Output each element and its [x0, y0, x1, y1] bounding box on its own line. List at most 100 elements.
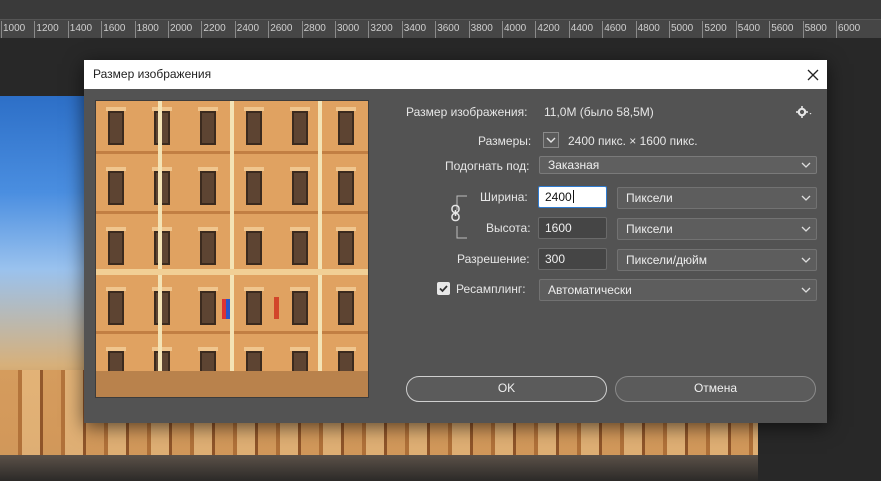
- ruler-label: 4800: [637, 23, 660, 34]
- preview-building-illustration: [96, 101, 368, 397]
- ruler-label: 3200: [370, 23, 393, 34]
- ruler-label: 1800: [136, 23, 159, 34]
- ruler-tick: [702, 21, 704, 38]
- height-input[interactable]: 1600: [538, 217, 607, 239]
- ruler-tick: [67, 21, 69, 38]
- width-value: 2400: [545, 190, 572, 204]
- width-label: Ширина:: [480, 190, 528, 204]
- checkmark-icon: [439, 285, 448, 293]
- cancel-button-label: Отмена: [693, 381, 738, 395]
- image-size-value: 11,0M (было 58,5M): [544, 105, 654, 119]
- resample-value: Автоматически: [548, 283, 632, 297]
- ruler-label: 2600: [270, 23, 293, 34]
- chevron-down-icon: [801, 195, 811, 201]
- width-unit-value: Пиксели: [626, 191, 673, 205]
- dimensions-toggle[interactable]: [543, 132, 559, 148]
- ruler-label: 1000: [3, 23, 26, 34]
- gear-icon[interactable]: [795, 105, 813, 119]
- ruler-label: 1400: [69, 23, 93, 34]
- close-icon: [807, 69, 818, 80]
- ruler-label: 3000: [337, 23, 360, 34]
- fit-to-label: Подогнать под:: [445, 159, 530, 173]
- ruler-tick: [802, 21, 804, 38]
- close-button[interactable]: [798, 60, 827, 89]
- ruler-tick: [268, 21, 270, 38]
- chevron-down-icon: [801, 287, 811, 293]
- chevron-down-icon: [801, 226, 811, 232]
- ruler-label: 1200: [36, 23, 59, 34]
- fit-to-select[interactable]: Заказная: [539, 156, 817, 174]
- resample-label: Ресамплинг:: [456, 282, 526, 296]
- ruler-label: 4000: [504, 23, 527, 34]
- fit-to-value: Заказная: [548, 158, 600, 172]
- dialog-title: Размер изображения: [93, 67, 212, 81]
- ruler-tick: [836, 21, 837, 38]
- resample-select[interactable]: Автоматически: [539, 279, 817, 301]
- ruler-label: 2800: [303, 23, 326, 34]
- ruler-tick: [669, 21, 670, 38]
- canvas-image-embankment: [0, 455, 758, 481]
- ruler-tick: [468, 21, 470, 38]
- ruler-tick: [1, 21, 2, 38]
- ruler: 1000 1200 1400 1600 1800 2000 2200 2400 2600 2800…: [0, 0, 881, 38]
- ok-button[interactable]: OK: [406, 376, 607, 402]
- ruler-label: 4200: [537, 23, 560, 34]
- ruler-tick: [134, 21, 136, 38]
- image-size-dialog: Размер изображения Размер изображения: 1…: [84, 60, 827, 423]
- ruler-label: 4600: [604, 23, 627, 34]
- width-input[interactable]: 2400: [538, 186, 607, 208]
- ruler-label: 2200: [203, 23, 226, 34]
- ruler-tick: [568, 21, 570, 38]
- ruler-label: 5000: [671, 23, 694, 34]
- text-caret: [572, 190, 574, 203]
- ruler-tick: [735, 21, 737, 38]
- ruler-tick: [602, 21, 604, 38]
- height-value: 1600: [545, 221, 572, 235]
- ruler-tick: [535, 21, 537, 38]
- ruler-label: 5800: [804, 23, 827, 34]
- ruler-label: 5400: [737, 23, 761, 34]
- cancel-button[interactable]: Отмена: [615, 376, 816, 402]
- ruler-label: 5200: [704, 23, 727, 34]
- image-size-label: Размер изображения:: [406, 105, 528, 119]
- dimensions-value: 2400 пикс. × 1600 пикс.: [568, 134, 698, 148]
- height-unit-select[interactable]: Пиксели: [617, 218, 817, 240]
- resolution-value: 300: [545, 252, 566, 266]
- height-label: Высота:: [486, 221, 531, 235]
- preview-image[interactable]: [95, 100, 369, 398]
- height-unit-value: Пиксели: [626, 222, 673, 236]
- ruler-label: 2400: [236, 23, 260, 34]
- ruler-tick: [769, 21, 771, 38]
- ruler-label: 2000: [170, 23, 193, 34]
- chevron-down-icon: [546, 137, 556, 143]
- ok-button-label: OK: [497, 381, 516, 395]
- dimensions-label: Размеры:: [478, 134, 532, 148]
- resample-checkbox[interactable]: [437, 282, 450, 295]
- dialog-titlebar: Размер изображения: [84, 60, 827, 89]
- ruler-tick: [401, 21, 403, 38]
- resolution-label: Разрешение:: [457, 252, 530, 266]
- ruler-label: 3800: [470, 23, 493, 34]
- ruler-tick: [301, 21, 303, 38]
- chevron-down-icon: [801, 257, 811, 263]
- constrain-proportions-link[interactable]: [449, 204, 462, 222]
- resolution-unit-value: Пиксели/дюйм: [626, 253, 707, 267]
- ruler-tick: [435, 21, 437, 38]
- ruler-tick: [234, 21, 236, 38]
- ruler-label: 3600: [437, 23, 460, 34]
- ruler-tick: [168, 21, 169, 38]
- width-unit-select[interactable]: Пиксели: [617, 187, 817, 209]
- ruler-tick: [635, 21, 637, 38]
- ruler-tick: [335, 21, 336, 38]
- ruler-tick: [101, 21, 103, 38]
- chevron-down-icon: [801, 162, 811, 168]
- ruler-tick: [502, 21, 503, 38]
- ruler-label: 1600: [103, 23, 126, 34]
- ruler-tick: [368, 21, 370, 38]
- ruler-label: 6000: [838, 23, 861, 34]
- link-chain-icon: [451, 204, 460, 222]
- ruler-label: 5600: [771, 23, 794, 34]
- ruler-tick: [201, 21, 203, 38]
- resolution-input[interactable]: 300: [538, 248, 607, 270]
- resolution-unit-select[interactable]: Пиксели/дюйм: [617, 249, 817, 271]
